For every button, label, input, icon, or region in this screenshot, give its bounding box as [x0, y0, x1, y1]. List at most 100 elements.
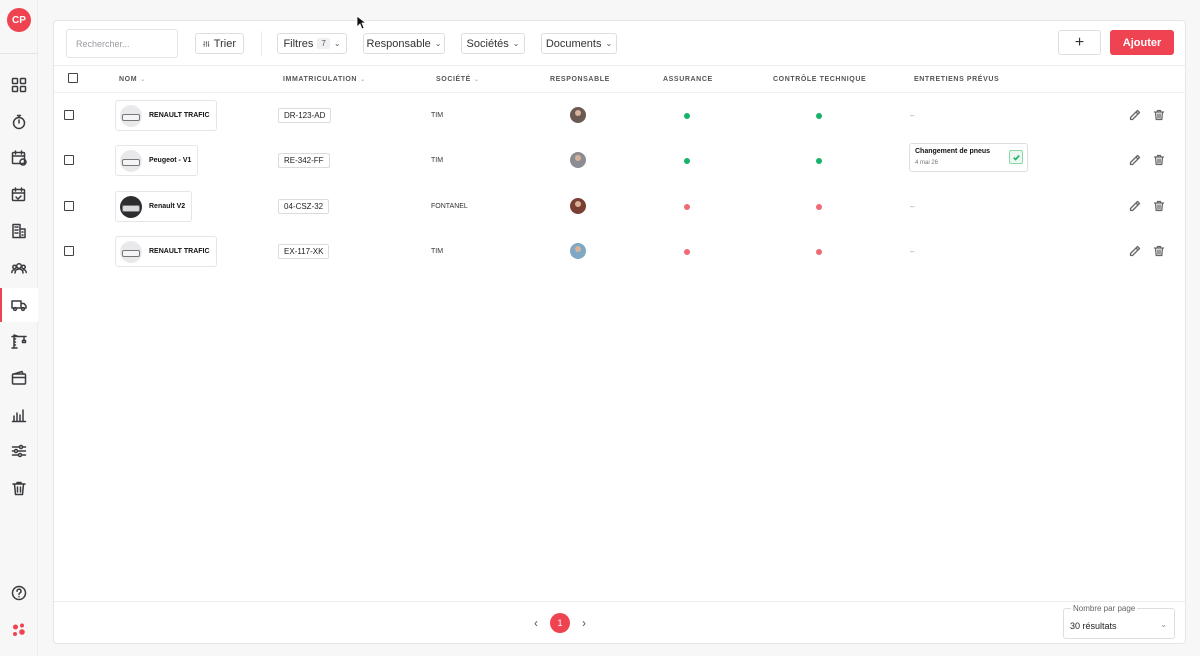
license-plate: DR-123-AD — [278, 108, 332, 123]
column-header-immatriculation[interactable]: IMMATRICULATION ⌄ — [283, 76, 366, 83]
maintenance-empty: – — [910, 202, 915, 211]
sidebar-item-vehicles[interactable] — [0, 288, 38, 322]
bar-chart-icon — [11, 409, 27, 423]
sidebar-item-agenda[interactable] — [0, 178, 38, 212]
row-checkbox[interactable] — [64, 155, 74, 165]
per-page-select[interactable]: Nombre par page 30 résultats ⌄ — [1063, 604, 1175, 639]
sidebar-item-dashboard[interactable] — [0, 68, 38, 102]
team-icon — [11, 262, 27, 274]
edit-button[interactable] — [1128, 108, 1142, 122]
plus-button[interactable]: + — [1058, 30, 1101, 55]
table-row[interactable]: Renault V2 04-CSZ-32 FONTANEL – — [54, 184, 1185, 229]
edit-button[interactable] — [1128, 199, 1142, 213]
edit-button[interactable] — [1128, 244, 1142, 258]
company-name: TIM — [431, 248, 444, 255]
sort-sliders-icon — [203, 40, 210, 47]
sidebar-item-equipment[interactable] — [0, 324, 38, 358]
column-header-nom[interactable]: NOM ⌄ — [119, 76, 146, 83]
vehicles-panel: Trier Filtres 7 ⌄ Responsable ⌄ Sociétés… — [53, 20, 1186, 644]
vehicle-name: RENAULT TRAFIC — [149, 248, 210, 255]
select-all-checkbox[interactable] — [68, 73, 78, 83]
vehicle-name-chip[interactable]: RENAULT TRAFIC — [115, 236, 217, 267]
company-name: FONTANEL — [431, 203, 468, 210]
sidebar-divider — [0, 53, 38, 54]
license-plate: RE-342-FF — [278, 153, 330, 168]
search-input[interactable] — [66, 29, 178, 58]
documents-filter-button[interactable]: Documents ⌄ — [541, 33, 617, 54]
sidebar-item-wallet[interactable] — [0, 361, 38, 395]
vehicle-name-chip[interactable]: Renault V2 — [115, 191, 193, 222]
per-page-value: 30 résultats — [1070, 621, 1117, 631]
next-page-button[interactable]: › — [576, 614, 592, 632]
table-row[interactable]: RENAULT TRAFIC DR-123-AD TIM – — [54, 93, 1185, 138]
mouse-cursor-icon — [356, 15, 366, 30]
table-row[interactable]: RENAULT TRAFIC EX-117-XK TIM – — [54, 229, 1185, 274]
responsable-avatar[interactable] — [570, 107, 586, 123]
previous-page-button[interactable]: ‹ — [528, 614, 544, 632]
building-icon — [12, 223, 26, 239]
vehicle-thumbnail — [120, 104, 142, 127]
responsable-avatar[interactable] — [570, 243, 586, 259]
responsable-filter-button[interactable]: Responsable ⌄ — [363, 33, 445, 54]
maintenance-empty: – — [910, 111, 915, 120]
pencil-icon — [1129, 109, 1141, 121]
sort-arrow-icon: ⌄ — [140, 77, 146, 83]
sidebar-item-time[interactable] — [0, 105, 38, 139]
trash-icon — [1153, 245, 1165, 257]
edit-button[interactable] — [1128, 153, 1142, 167]
inspection-status-dot — [816, 113, 822, 119]
delete-button[interactable] — [1152, 199, 1166, 213]
user-avatar[interactable]: CP — [7, 8, 31, 32]
pencil-icon — [1129, 154, 1141, 166]
calendar-clock-icon — [11, 150, 27, 166]
row-checkbox[interactable] — [64, 201, 74, 211]
maintenance-title: Changement de pneus — [915, 148, 991, 155]
responsable-filter-label: Responsable — [366, 37, 431, 50]
responsable-avatar[interactable] — [570, 152, 586, 168]
page-number-current[interactable]: 1 — [550, 613, 570, 633]
insurance-status-dot — [684, 113, 690, 119]
filters-button[interactable]: Filtres 7 ⌄ — [277, 33, 347, 54]
societes-filter-button[interactable]: Sociétés ⌄ — [461, 33, 525, 54]
inspection-status-dot — [816, 158, 822, 164]
maintenance-done-button[interactable] — [1009, 150, 1023, 164]
delete-button[interactable] — [1152, 244, 1166, 258]
trash-icon — [12, 481, 26, 496]
sort-button[interactable]: Trier — [195, 33, 244, 54]
sliders-icon — [11, 444, 27, 458]
delete-button[interactable] — [1152, 153, 1166, 167]
chevron-down-icon: ⌄ — [605, 39, 613, 48]
add-vehicle-button[interactable]: Ajouter — [1110, 30, 1174, 55]
sort-arrow-icon: ⌄ — [360, 77, 366, 83]
company-name: TIM — [431, 157, 444, 164]
vehicle-name-chip[interactable]: Peugeot - V1 — [115, 145, 199, 176]
vehicle-name: RENAULT TRAFIC — [149, 112, 210, 119]
column-header-responsable: RESPONSABLE — [550, 76, 610, 83]
sort-label: Trier — [213, 37, 236, 50]
sidebar-item-trash[interactable] — [0, 471, 38, 505]
vehicle-thumbnail — [120, 149, 142, 172]
responsable-avatar[interactable] — [570, 198, 586, 214]
sidebar-item-settings[interactable] — [0, 434, 38, 468]
row-checkbox[interactable] — [64, 110, 74, 120]
table-footer: ‹ 1 › Nombre par page 30 résultats ⌄ — [54, 601, 1185, 644]
sidebar-item-team[interactable] — [0, 251, 38, 285]
brand-logo-icon[interactable] — [0, 613, 38, 647]
sidebar-item-planning[interactable] — [0, 141, 38, 175]
crane-icon — [11, 334, 27, 349]
sidebar: CP — [0, 0, 38, 656]
sidebar-item-stats[interactable] — [0, 398, 38, 432]
maintenance-card[interactable]: Changement de pneus 4 mai 26 — [909, 143, 1028, 172]
license-plate: 04-CSZ-32 — [278, 199, 330, 214]
pencil-icon — [1129, 245, 1141, 257]
column-header-societe[interactable]: SOCIÉTÉ ⌄ — [436, 76, 480, 83]
table-row[interactable]: Peugeot - V1 RE-342-FF TIM Changement de… — [54, 138, 1185, 183]
sidebar-item-help[interactable] — [0, 576, 38, 610]
insurance-status-dot — [684, 158, 690, 164]
sidebar-item-companies[interactable] — [0, 214, 38, 248]
vehicle-name-chip[interactable]: RENAULT TRAFIC — [115, 100, 217, 131]
row-checkbox[interactable] — [64, 246, 74, 256]
delete-button[interactable] — [1152, 108, 1166, 122]
check-icon — [1012, 154, 1020, 161]
maintenance-date: 4 mai 26 — [915, 160, 939, 166]
